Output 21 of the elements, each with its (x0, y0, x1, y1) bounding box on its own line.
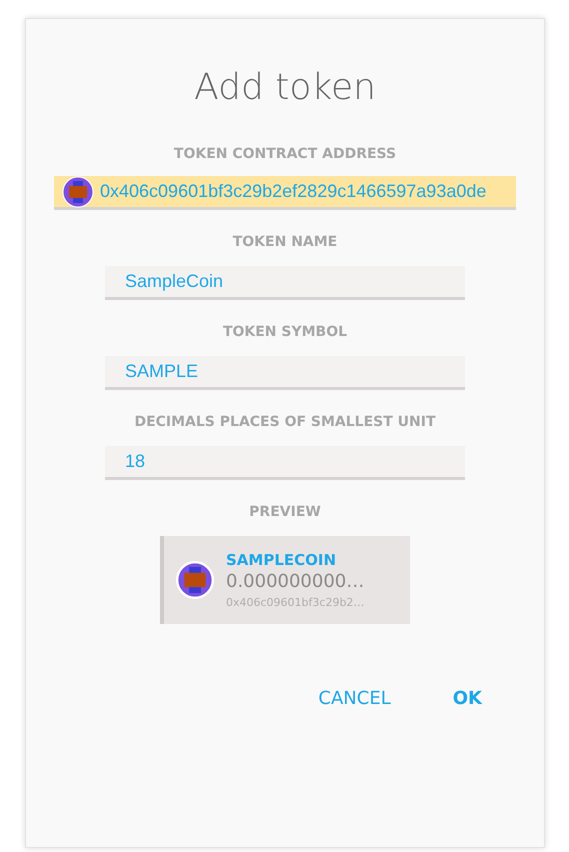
field-value: SampleCoin (125, 271, 224, 292)
preview-label: PREVIEW (249, 504, 321, 520)
input-field[interactable]: SampleCoin (105, 266, 465, 300)
field-label: TOKEN CONTRACT ADDRESS (174, 146, 396, 162)
field-value: 18 (125, 451, 146, 472)
token-name: SAMPLECOIN (226, 551, 338, 569)
identicon-icon (176, 561, 214, 599)
dialog-title: Add token (194, 67, 376, 108)
input-field[interactable]: 18 (105, 446, 465, 480)
field-label: TOKEN SYMBOL (222, 324, 348, 340)
field-label: DECIMALS PLACES OF SMALLEST UNIT (134, 414, 436, 430)
field-value: 0x406c09601bf3c29b2ef2829c1466597a93a0de (100, 181, 486, 202)
cancel-button[interactable]: CANCEL (312, 684, 397, 713)
field-label: TOKEN NAME (232, 234, 338, 250)
token-address: 0x406c09601bf3c29b2… (226, 596, 364, 609)
input-field[interactable]: 0x406c09601bf3c29b2ef2829c1466597a93a0de (54, 176, 516, 210)
input-field[interactable]: SAMPLE (105, 356, 465, 390)
token-balance: 0.000000000… (226, 571, 364, 592)
field-value: SAMPLE (125, 361, 198, 382)
ok-button[interactable]: OK (446, 684, 488, 713)
identicon-icon (62, 176, 94, 208)
